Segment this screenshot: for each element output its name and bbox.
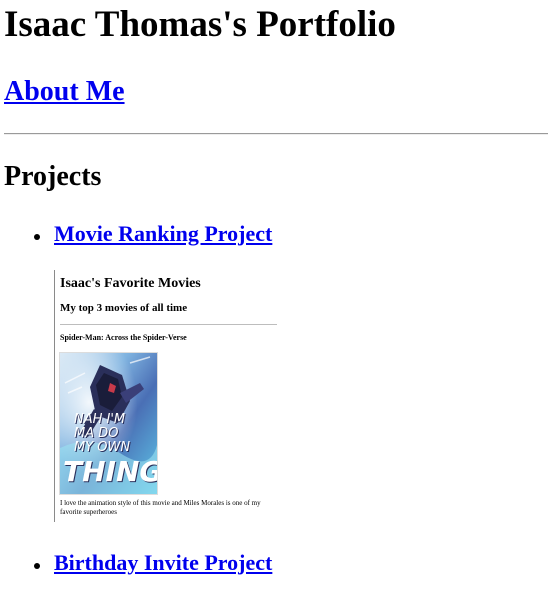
poster-caption-line: MA DO: [74, 426, 119, 441]
projects-heading: Projects: [4, 161, 102, 192]
movie-ranking-preview: Isaac's Favorite Movies My top 3 movies …: [54, 270, 283, 522]
about-me-link[interactable]: About Me: [4, 75, 125, 109]
preview-description: I love the animation style of this movie…: [60, 499, 261, 516]
poster-caption: NAH I'M MA DO MY OWN: [74, 413, 130, 455]
preview-title: Isaac's Favorite Movies: [60, 276, 201, 291]
poster-big-text: THING: [63, 455, 158, 488]
movie-ranking-project-link[interactable]: Movie Ranking Project: [54, 221, 272, 247]
list-bullet: [34, 563, 40, 569]
preview-divider: [60, 324, 277, 325]
movie-poster-image: NAH I'M MA DO MY OWN THING: [59, 352, 158, 495]
list-bullet: [34, 234, 40, 240]
birthday-invite-project-link[interactable]: Birthday Invite Project: [54, 550, 272, 576]
page-title: Isaac Thomas's Portfolio: [4, 4, 396, 45]
horizontal-divider: [4, 133, 548, 135]
poster-caption-line: MY OWN: [74, 440, 131, 455]
poster-caption-line: NAH I'M: [74, 412, 126, 427]
preview-movie-title: Spider-Man: Across the Spider-Verse: [60, 333, 187, 342]
preview-subtitle: My top 3 movies of all time: [60, 302, 188, 314]
